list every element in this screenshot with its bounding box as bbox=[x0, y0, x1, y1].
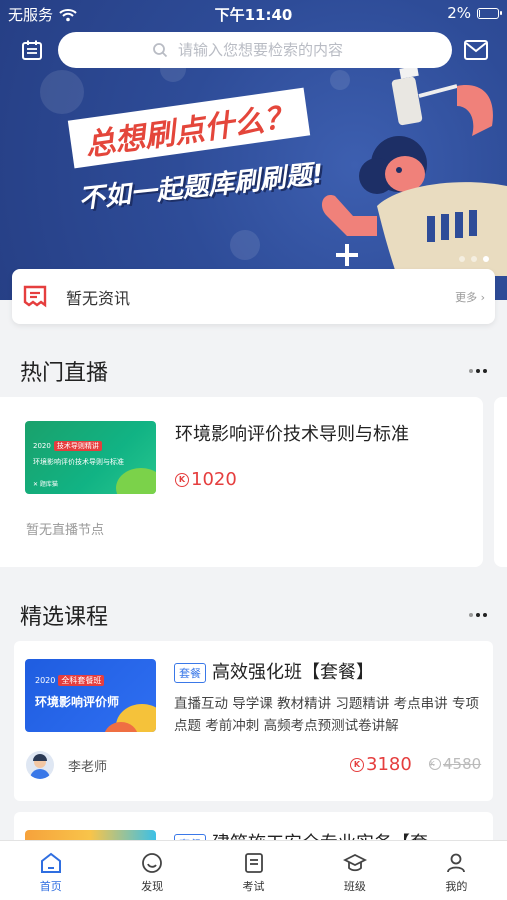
clock: 下午11:40 bbox=[214, 6, 293, 24]
tab-class[interactable]: 班级 bbox=[304, 841, 405, 900]
carousel-dot[interactable] bbox=[459, 256, 465, 262]
thumb-tag: 全科套餐班 bbox=[58, 675, 105, 686]
tab-exam[interactable]: 考试 bbox=[203, 841, 304, 900]
course-card[interactable]: 2020 全科套餐班 环境影响评价师 套餐 高效强化班【套餐】 直播互动 导学课 教… bbox=[14, 641, 493, 801]
next-live-card-peek[interactable] bbox=[494, 397, 507, 567]
search-input[interactable] bbox=[178, 41, 358, 59]
news-ticker[interactable]: 暂无资讯 更多 › bbox=[12, 269, 495, 324]
banner-decoration bbox=[40, 70, 84, 114]
thumb-decoration bbox=[116, 468, 156, 494]
avatar bbox=[26, 751, 54, 779]
tab-label: 首页 bbox=[39, 880, 62, 893]
more-options-icon[interactable] bbox=[469, 613, 487, 617]
news-title: 暂无资讯 bbox=[66, 288, 131, 308]
tab-profile[interactable]: 我的 bbox=[406, 841, 507, 900]
coin-icon: K bbox=[350, 757, 364, 772]
more-options-icon[interactable] bbox=[469, 369, 487, 373]
course-title: 套餐 高效强化班【套餐】 bbox=[174, 658, 374, 684]
course-title-text: 高效强化班【套餐】 bbox=[212, 662, 374, 683]
original-price-value: 4580 bbox=[443, 755, 482, 773]
tab-home[interactable]: 首页 bbox=[0, 841, 101, 900]
search-bar[interactable] bbox=[58, 32, 452, 68]
thumb-year: 2020 bbox=[35, 676, 56, 685]
course-description: 直播互动 导学课 教材精讲 习题精讲 考点串讲 专项点题 考前冲刺 高频考点预测… bbox=[174, 696, 479, 734]
live-course-card[interactable]: 2020 技术导则精讲 环境影响评价技术导则与标准 ✕ 题库猫 环境影响评价技术导… bbox=[0, 397, 483, 567]
tab-discover[interactable]: 发现 bbox=[101, 841, 202, 900]
price-value: 1020 bbox=[191, 469, 237, 490]
teacher-info: 李老师 bbox=[26, 751, 107, 779]
section-title: 热门直播 bbox=[20, 361, 109, 386]
calendar-icon[interactable] bbox=[18, 36, 46, 64]
thumb-year: 2020 bbox=[33, 442, 51, 450]
profile-icon bbox=[447, 853, 466, 873]
tab-label: 班级 bbox=[343, 880, 366, 893]
mail-icon[interactable] bbox=[462, 36, 490, 64]
banner-headline: 总想刷点什么？ bbox=[67, 87, 311, 169]
top-bar bbox=[0, 30, 507, 70]
tab-label: 发现 bbox=[141, 880, 164, 893]
discover-icon bbox=[142, 853, 163, 873]
tab-label: 考试 bbox=[242, 880, 265, 893]
course-thumbnail: 2020 技术导则精讲 环境影响评价技术导则与标准 ✕ 题库猫 bbox=[25, 421, 156, 494]
section-title: 精选课程 bbox=[20, 605, 109, 630]
course-price: K 1020 bbox=[175, 469, 237, 490]
thumb-brand: ✕ 题库猫 bbox=[33, 481, 58, 488]
search-icon bbox=[153, 43, 168, 58]
live-status-note: 暂无直播节点 bbox=[26, 523, 105, 538]
coin-icon: K bbox=[175, 472, 189, 487]
status-bar: 无服务 下午11:40 2% bbox=[0, 0, 507, 28]
news-more-link[interactable]: 更多 › bbox=[455, 289, 485, 305]
thumb-title: 环境影响评价技术导则与标准 bbox=[33, 458, 124, 466]
banner-decoration bbox=[230, 230, 260, 260]
thumb-title: 环境影响评价师 bbox=[35, 695, 120, 709]
price-value: 3180 bbox=[366, 754, 412, 775]
course-thumbnail: 2020 全科套餐班 环境影响评价师 bbox=[25, 659, 156, 732]
banner-illustration bbox=[321, 66, 507, 276]
tab-label: 我的 bbox=[445, 880, 468, 893]
course-title: 环境影响评价技术导则与标准 bbox=[175, 424, 409, 445]
exam-icon bbox=[244, 853, 263, 873]
battery-status: 2% bbox=[447, 4, 502, 22]
home-icon bbox=[40, 852, 61, 873]
course-section-header: 精选课程 bbox=[20, 599, 487, 631]
bottom-tab-bar: 首页 发现 考试 班级 我的 bbox=[0, 840, 507, 900]
carousel-indicator bbox=[459, 256, 489, 262]
news-icon bbox=[23, 285, 47, 307]
course-price: K 3180 bbox=[350, 754, 412, 775]
carousel-dot[interactable] bbox=[471, 256, 477, 262]
teacher-name: 李老师 bbox=[68, 759, 108, 775]
battery-percent: 2% bbox=[447, 4, 471, 22]
battery-icon bbox=[477, 7, 502, 19]
coin-icon: K bbox=[429, 758, 441, 770]
package-badge: 套餐 bbox=[174, 663, 206, 683]
original-price: K 4580 bbox=[429, 755, 481, 773]
carousel-dot-active[interactable] bbox=[483, 256, 489, 262]
live-section-header: 热门直播 bbox=[20, 355, 487, 387]
thumb-tag: 技术导则精讲 bbox=[53, 441, 102, 451]
class-icon bbox=[342, 853, 367, 872]
